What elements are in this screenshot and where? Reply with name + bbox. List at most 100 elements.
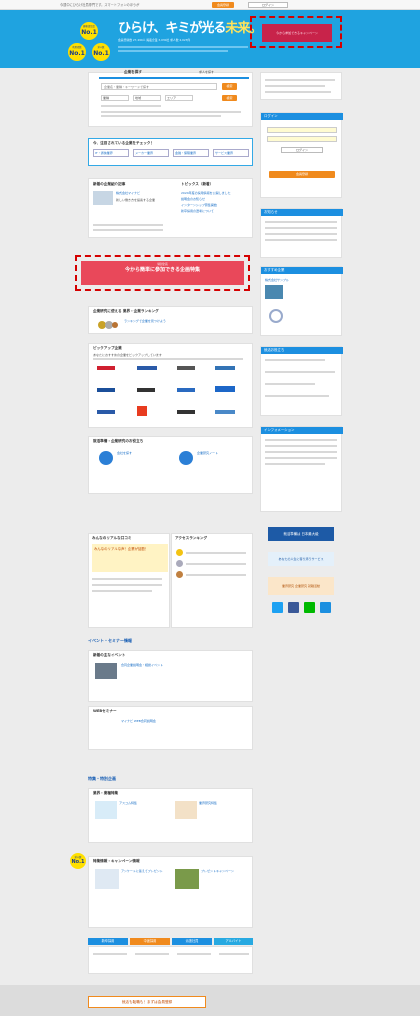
search-button-2[interactable]: 検索 [222, 95, 237, 101]
guide-item-1[interactable]: 会社を探す [117, 451, 132, 455]
mid-ad-banner[interactable]: 特別企画 今から簡単に参加できる企画特集 [81, 261, 244, 285]
sidebar-login-button[interactable]: ログイン [281, 147, 323, 153]
rank1-icon [176, 549, 183, 556]
news-item-desc: 新しい働き方を提案する企業 [116, 198, 156, 202]
mid-ad-text: 今から簡単に参加できる企画特集 [125, 267, 200, 273]
sidebar-company-thumb[interactable] [265, 285, 283, 299]
hero-ad-banner[interactable]: 今から参加できるキャンペーン [262, 24, 332, 42]
notebook-icon [179, 451, 193, 465]
trophy-icon [97, 319, 119, 331]
sidebar-register-button[interactable]: 会員登録 [269, 171, 335, 178]
area-select[interactable]: エリア [165, 95, 193, 101]
sidebar-info-box: インフォメーション [260, 426, 343, 512]
features-title: 業界・業種特集 [93, 791, 119, 795]
login-password-input[interactable] [267, 136, 337, 142]
sidebar-login-box: ログイン ログイン 会員登録 [260, 112, 343, 198]
badge-no1-users: 利用者数 No.1 [68, 43, 86, 61]
voice-title: みんなのリアルな口コミ [92, 536, 132, 540]
features-section-title: 特集・特別企画 [88, 776, 116, 781]
login-id-input[interactable] [267, 127, 337, 133]
login-button[interactable]: ログイン [248, 2, 288, 8]
events-section-title: イベント・セミナー情報 [88, 638, 132, 643]
topic-item[interactable]: 説明会のお知らせ [181, 197, 205, 201]
ranking-link[interactable]: ランキングで企業を見つけよう [124, 319, 166, 323]
sidebar-banner-3[interactable]: 業界研究 企業研究 就職活動 [268, 577, 334, 595]
hero-banner: 顧客満足度 No.1 利用者数 No.1 求人数 No.1 ひらけ、キミが光る未来。 … [0, 10, 420, 68]
pickup-logo-grid[interactable] [97, 364, 247, 422]
badge-no1-jobs: 求人数 No.1 [92, 43, 110, 61]
award-icon [269, 309, 283, 323]
top-note: 今週中にひらけ社員専門です。スマートフォンのほうが [60, 3, 140, 7]
special-thumb-1[interactable] [95, 869, 119, 889]
sidebar-news-box [260, 72, 342, 100]
pickup-title: ピックアップ企業 [93, 346, 122, 350]
news-title: 新着の企業紹介記事 [93, 182, 126, 186]
search-company-icon [99, 451, 113, 465]
seminar-title: WEBセミナー [93, 709, 117, 713]
social-icons [272, 602, 332, 614]
sidebar-login-head: ログイン [261, 113, 343, 120]
search-button[interactable]: 検索 [222, 83, 237, 90]
pickup-desc: あなたにおすすめの企業をピックアップしています [93, 353, 162, 357]
search-input[interactable] [101, 83, 217, 90]
tab-dispatch[interactable]: 派遣社員 [172, 938, 212, 945]
special-link-1[interactable]: アンケートに答えてプレゼント [121, 869, 163, 873]
site-logo[interactable]: ひらけ、キミが光る未来。 [118, 17, 262, 36]
feature-link-1[interactable]: アスコム特集 [119, 801, 137, 805]
mid-ad-highlight[interactable]: 特別企画 今から簡単に参加できる企画特集 [75, 255, 250, 291]
sidebar-links-box: 就活お役立ち [260, 346, 343, 416]
popular-title: 今、注目されている企業をチェック！ [93, 141, 154, 145]
tab-job-search[interactable]: 求人を探す [199, 70, 214, 74]
region-select[interactable]: 地域 [133, 95, 161, 101]
industry-select[interactable]: 業種 [101, 95, 129, 101]
chip-maker[interactable]: メーカー業界 [133, 149, 169, 157]
events-title: 新着の主なイベント [93, 653, 126, 657]
register-button[interactable]: 会員登録 [212, 2, 234, 8]
event-link[interactable]: 合同企業説明会・相談イベント [121, 663, 163, 667]
sidebar-info-head: インフォメーション [261, 427, 343, 434]
rank2-icon [176, 560, 183, 567]
access-ranking-card: アクセスランキング [171, 533, 253, 628]
footer-banner[interactable]: 就活も転職も！まずは会員登録 [88, 996, 206, 1008]
access-ranking-title: アクセスランキング [175, 536, 208, 540]
feature-link-2[interactable]: 業界研究特集 [199, 801, 217, 805]
topic-item[interactable]: 新卒採用の選考について [181, 209, 214, 213]
topic-item[interactable]: インターンシップ募集開始 [181, 203, 217, 207]
special-title: 特集情報・キャンペーン情報 [93, 859, 140, 863]
topic-item[interactable]: 2024年度の採用情報を公開しました [181, 191, 231, 195]
guide-card: 就活準備・企業研究のお役立ち 会社を探す 企業研究ノート [88, 436, 253, 494]
news-thumbnail[interactable] [93, 191, 113, 205]
tab-parttime[interactable]: アルバイト [214, 938, 253, 945]
feature-thumb-1[interactable] [95, 801, 117, 819]
sidebar-company-name[interactable]: 株式会社サンプル [265, 278, 289, 282]
features-card: 業界・業種特集 アスコム特集 業界研究特集 [88, 788, 253, 843]
ranking-title: 企業研究に使える 業界・企業ランキング [93, 309, 159, 313]
sidebar-banner-1[interactable]: 就活準備は 日本最大級 [268, 527, 334, 541]
top-bar: 今週中にひらけ社員専門です。スマートフォンのほうが 会員登録 ログイン [0, 0, 420, 10]
special-link-2[interactable]: プレゼントキャンペーン [201, 869, 234, 873]
chip-service[interactable]: サービス業界 [213, 149, 249, 157]
feature-thumb-2[interactable] [175, 801, 197, 819]
seminar-card: WEBセミナー マイナビ WEB合同説明会 [88, 706, 253, 750]
special-card: 特集情報・キャンペーン情報 アンケートに答えてプレゼント プレゼントキャンペーン [88, 856, 253, 928]
events-card: 新着の主なイベント 合同企業説明会・相談イベント [88, 650, 253, 702]
rank3-icon [176, 571, 183, 578]
news-card: 新着の企業紹介記事 株式会社マイナビ 新しい働き方を提案する企業 トピックス（新… [88, 178, 253, 238]
sidebar-links-head: 就活お役立ち [261, 347, 343, 354]
bottom-tab-panel [88, 946, 253, 974]
sidebar-company-box: おすすめ企業 株式会社サンプル [260, 266, 343, 336]
event-thumbnail[interactable] [95, 663, 117, 679]
sidebar-banner-2[interactable]: あなたの人生に寄り添うサービス [268, 552, 334, 566]
tab-newgrad[interactable]: 新卒採用 [88, 938, 128, 945]
seminar-link[interactable]: マイナビ WEB合同説明会 [121, 719, 156, 723]
guide-item-2[interactable]: 企業研究ノート [197, 451, 218, 455]
tab-company-search[interactable]: 企業を探す [124, 70, 142, 75]
tab-midcareer[interactable]: 中途採用 [130, 938, 170, 945]
special-thumb-2[interactable] [175, 869, 199, 889]
hero-ad-highlight[interactable]: 今から参加できるキャンペーン [250, 16, 342, 48]
news-item-title[interactable]: 株式会社マイナビ [116, 191, 140, 195]
voice-banner[interactable]: みんなのリアルな声！企業が話題！ [92, 544, 168, 572]
hero-stats: 会員登録数 27,490人 掲載企業 3,030社 求人数 4,023件 [118, 38, 191, 42]
chip-finance[interactable]: 金融・保険業界 [173, 149, 209, 157]
chip-it[interactable]: IT・通信業界 [93, 149, 129, 157]
